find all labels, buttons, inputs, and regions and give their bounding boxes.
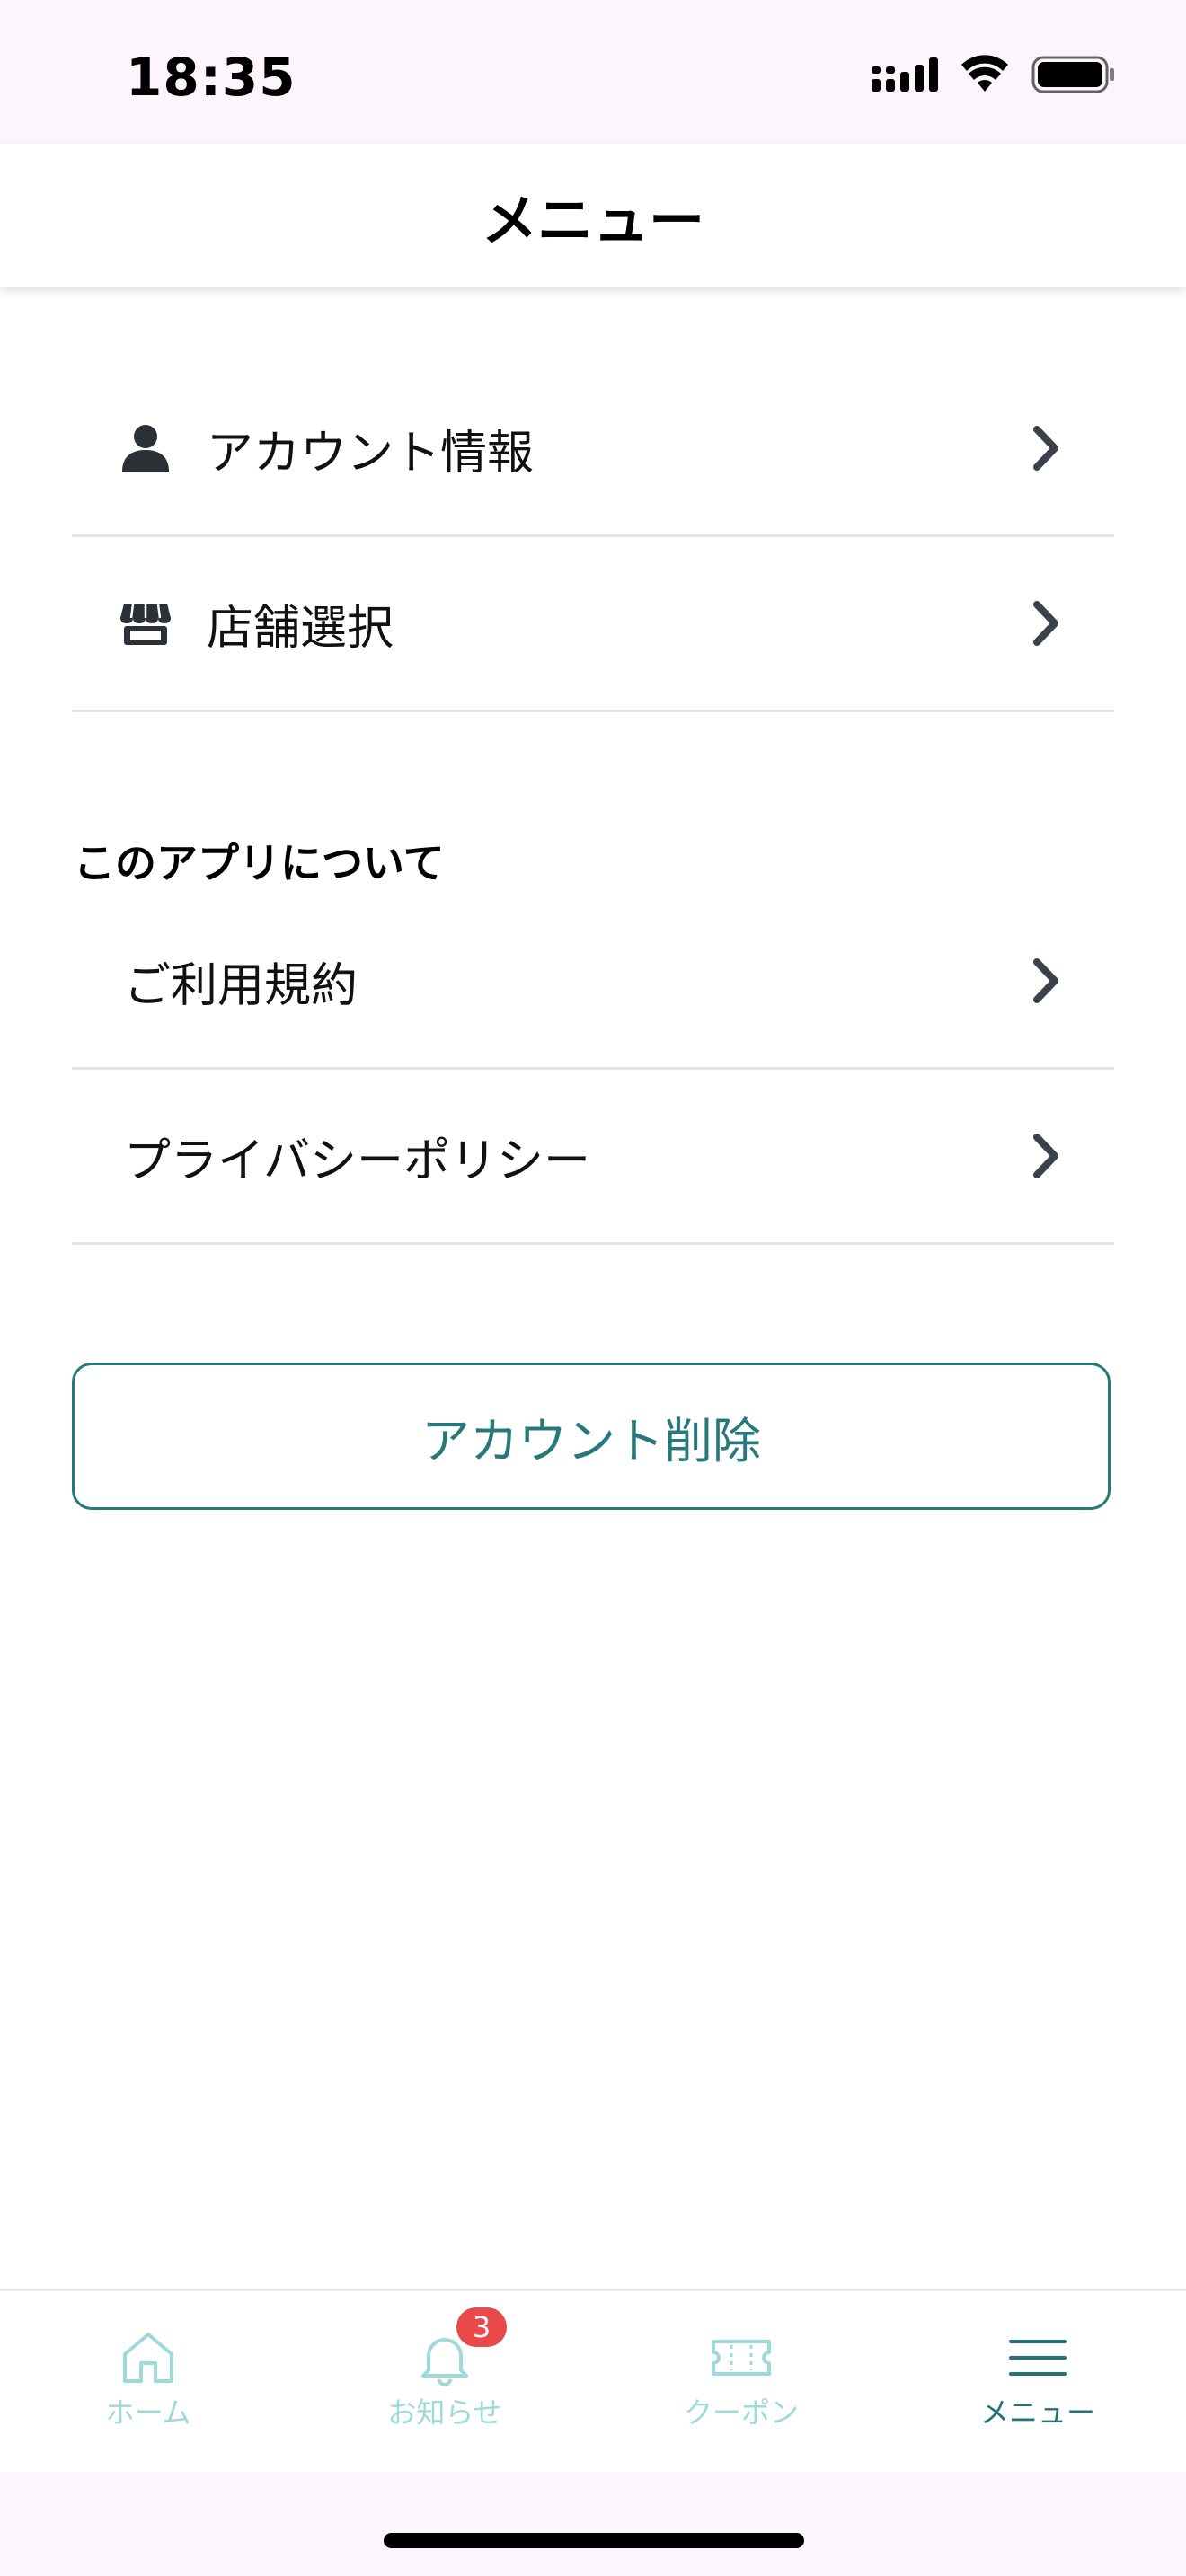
home-indicator-area: [0, 2472, 1186, 2576]
account-menu-list: アカウント情報 店舗選択: [72, 362, 1114, 712]
section-title-about: このアプリについて: [74, 839, 445, 887]
about-menu-list: ご利用規約 プライバシーポリシー: [72, 895, 1114, 1245]
tab-menu[interactable]: メニュー: [890, 2291, 1186, 2475]
store-icon: [120, 604, 171, 645]
wifi-icon: [961, 55, 1008, 92]
menu-item-terms[interactable]: ご利用規約: [72, 895, 1114, 1070]
tab-label: メニュー: [979, 2395, 1095, 2430]
delete-account-button[interactable]: アカウント削除: [72, 1363, 1111, 1510]
menu-item-label: 店舗選択: [207, 601, 394, 656]
tab-label: クーポン: [683, 2395, 799, 2430]
status-icons: [872, 55, 1114, 93]
cellular-signal-icon: [872, 57, 938, 92]
ticket-icon: [712, 2340, 771, 2376]
tab-label: お知らせ: [387, 2395, 502, 2430]
menu-item-account-info[interactable]: アカウント情報: [72, 362, 1114, 537]
chevron-right-icon: [1033, 1134, 1058, 1178]
chevron-right-icon: [1033, 958, 1058, 1003]
tab-coupon[interactable]: クーポン: [593, 2291, 890, 2475]
home-indicator[interactable]: [384, 2533, 804, 2548]
header: メニュー: [0, 144, 1186, 287]
menu-item-label: アカウント情報: [207, 426, 535, 481]
person-icon: [122, 425, 169, 472]
notification-badge: 3: [456, 2307, 507, 2347]
menu-item-label: ご利用規約: [124, 958, 358, 1013]
chevron-right-icon: [1033, 601, 1058, 646]
tab-notifications[interactable]: 3 お知らせ: [296, 2291, 593, 2475]
home-icon: [123, 2333, 173, 2383]
battery-icon: [1031, 56, 1114, 93]
menu-item-privacy-policy[interactable]: プライバシーポリシー: [72, 1070, 1114, 1245]
page-title: メニュー: [481, 188, 704, 253]
chevron-right-icon: [1033, 426, 1058, 471]
tab-bar: ホーム 3 お知らせ クーポン メニュー: [0, 2289, 1186, 2475]
menu-item-store-select[interactable]: 店舗選択: [72, 537, 1114, 712]
hamburger-icon: [1009, 2340, 1067, 2376]
status-time: 18:35: [126, 47, 296, 108]
status-bar: 18:35: [0, 0, 1186, 144]
tab-label: ホーム: [105, 2395, 191, 2430]
menu-item-label: プライバシーポリシー: [124, 1134, 590, 1188]
tab-home[interactable]: ホーム: [0, 2291, 296, 2475]
